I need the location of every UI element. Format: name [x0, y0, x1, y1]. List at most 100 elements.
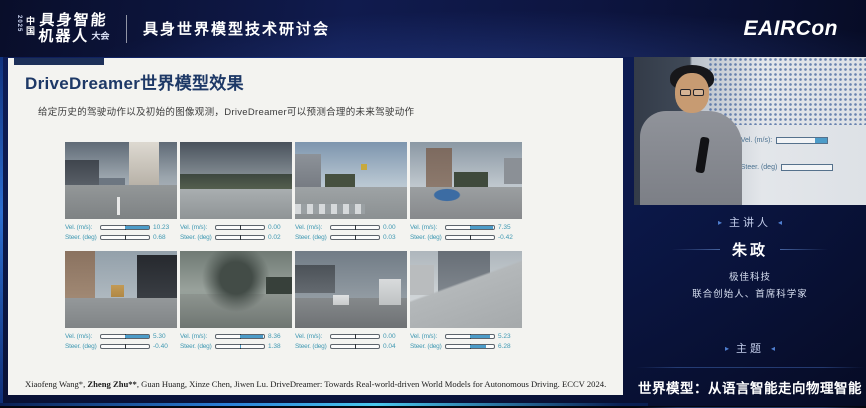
velocity-label: Vel. (m/s): — [410, 223, 438, 231]
velocity-bar — [445, 224, 495, 230]
driving-frame: Vel. (m/s): 5.23 Steer. (deg) 6.28 — [410, 251, 522, 351]
steering-gauge: Steer. (deg) 1.38 — [180, 341, 292, 351]
presentation-slide: DriveDreamer世界模型效果 给定历史的驾驶动作以及初始的图像观测，Dr… — [8, 58, 623, 395]
steering-gauge: Steer. (deg) 0.68 — [65, 232, 177, 242]
velocity-label: Vel. (m/s): — [65, 223, 93, 231]
steering-gauge: Steer. (deg) -0.40 — [65, 341, 177, 351]
driving-frame: Vel. (m/s): 10.23 Steer. (deg) 0.68 — [65, 142, 177, 242]
steering-bar — [445, 343, 495, 349]
speaker-company: 极佳科技 — [728, 272, 771, 283]
driving-scene-image — [180, 251, 292, 328]
action-gauges: Vel. (m/s): 0.00 Steer. (deg) 0.04 — [295, 331, 407, 351]
velocity-value: 10.23 — [153, 223, 170, 231]
velocity-fill — [240, 334, 263, 338]
velocity-bar — [330, 333, 380, 339]
speaker-role: 联合创始人、首席科学家 — [692, 289, 808, 300]
gauge-center-tick — [355, 333, 356, 339]
velocity-value: 5.23 — [498, 332, 511, 340]
action-gauges: Vel. (m/s): 5.30 Steer. (deg) -0.40 — [65, 331, 177, 351]
driving-frames-grid: Vel. (m/s): 10.23 Steer. (deg) 0.68 Vel.… — [65, 142, 522, 351]
driving-scene-image — [180, 142, 292, 219]
gauge-center-tick — [355, 224, 356, 230]
steering-value: 6.28 — [498, 342, 511, 350]
conference-logo: 2025 中国 具身智能 机器人大会 — [16, 11, 110, 45]
velocity-gauge: Vel. (m/s): 8.36 — [180, 331, 292, 341]
steering-value: 1.38 — [268, 342, 281, 350]
steering-value: 0.02 — [268, 233, 281, 241]
velocity-bar — [100, 333, 150, 339]
velocity-label: Vel. (m/s): — [180, 332, 208, 340]
velocity-fill — [470, 334, 491, 338]
steering-gauge: Steer. (deg) 6.28 — [410, 341, 522, 351]
velocity-label: Vel. (m/s): — [295, 332, 323, 340]
gauge-center-tick — [470, 234, 471, 240]
steering-label: Steer. (deg) — [180, 342, 212, 350]
citation-author-bold: Zheng Zhu** — [87, 378, 137, 389]
projected-vel-bar — [776, 136, 829, 144]
steering-label: Steer. (deg) — [295, 342, 327, 350]
speaker-sidebar: Vel. (m/s): Steer. (deg) ▸ 主讲人 ◂ 朱政 极佳科技… — [634, 57, 866, 408]
speaker-name-row: 朱政 — [634, 239, 866, 260]
speaker-glasses — [680, 89, 704, 96]
velocity-value: 7.35 — [498, 223, 511, 231]
velocity-value: 0.00 — [268, 223, 281, 231]
driving-scene-image — [410, 251, 522, 328]
action-gauges: Vel. (m/s): 7.35 Steer. (deg) -0.42 — [410, 222, 522, 242]
steering-value: -0.42 — [498, 233, 513, 241]
steering-label: Steer. (deg) — [410, 233, 442, 241]
name-flourish-right — [780, 249, 828, 250]
right-arrow-icon: ▸ — [724, 343, 729, 353]
citation-pre: Xiaofeng Wang*, — [25, 378, 88, 389]
velocity-fill — [470, 225, 493, 229]
speaker-video-feed: Vel. (m/s): Steer. (deg) — [634, 57, 866, 205]
gauge-center-tick — [240, 224, 241, 230]
projected-slide-pattern — [708, 57, 866, 126]
logo-line2: 机器人 — [37, 27, 91, 45]
logo-year: 2025 — [16, 14, 22, 33]
left-accent-strip — [0, 57, 3, 403]
steering-value: -0.40 — [153, 342, 168, 350]
driving-scene-image — [65, 251, 177, 328]
velocity-gauge: Vel. (m/s): 0.00 — [295, 331, 407, 341]
steering-bar — [445, 234, 495, 240]
velocity-gauge: Vel. (m/s): 7.35 — [410, 222, 522, 232]
driving-scene-image — [295, 251, 407, 328]
gauge-center-tick — [240, 234, 241, 240]
brand-logo: EAIRCon — [743, 16, 838, 40]
speaker-body — [640, 111, 742, 205]
steering-label: Steer. (deg) — [180, 233, 212, 241]
driving-scene-image — [410, 142, 522, 219]
velocity-bar — [215, 333, 265, 339]
gauge-center-tick — [125, 234, 126, 240]
steering-bar — [330, 234, 380, 240]
driving-frame: Vel. (m/s): 5.30 Steer. (deg) -0.40 — [65, 251, 177, 351]
header-divider — [126, 14, 128, 43]
steering-value: 0.68 — [153, 233, 166, 241]
slide-subtitle: 给定历史的驾驶动作以及初始的图像观测，DriveDreamer可以预测合理的未来… — [38, 107, 415, 118]
topic-section-label: ▸ 主题 ◂ — [724, 343, 776, 355]
steering-label: Steer. (deg) — [410, 342, 442, 350]
steering-gauge: Steer. (deg) 0.04 — [295, 341, 407, 351]
left-arrow-icon: ◂ — [771, 343, 776, 353]
gauge-center-tick — [355, 234, 356, 240]
logo-line1: 具身智能 — [38, 11, 109, 29]
steering-label: Steer. (deg) — [65, 233, 97, 241]
velocity-gauge: Vel. (m/s): 5.23 — [410, 331, 522, 341]
citation-post: , Guan Huang, Xinze Chen, Jiwen Lu. Driv… — [136, 378, 607, 389]
velocity-fill — [125, 225, 149, 229]
projected-steer-bar — [781, 163, 834, 171]
projected-vel-row: Vel. (m/s): — [741, 136, 829, 144]
logo-country: 中国 — [25, 15, 35, 37]
driving-frame: Vel. (m/s): 0.00 Steer. (deg) 0.04 — [295, 251, 407, 351]
action-gauges: Vel. (m/s): 8.36 Steer. (deg) 1.38 — [180, 331, 292, 351]
steering-fill — [240, 344, 241, 348]
velocity-gauge: Vel. (m/s): 10.23 — [65, 222, 177, 232]
steering-label: Steer. (deg) — [295, 233, 327, 241]
velocity-label: Vel. (m/s): — [180, 223, 208, 231]
velocity-bar — [215, 224, 265, 230]
velocity-value: 0.00 — [383, 332, 396, 340]
velocity-bar — [445, 333, 495, 339]
velocity-label: Vel. (m/s): — [65, 332, 93, 340]
velocity-bar — [330, 224, 380, 230]
gauge-center-tick — [355, 343, 356, 349]
